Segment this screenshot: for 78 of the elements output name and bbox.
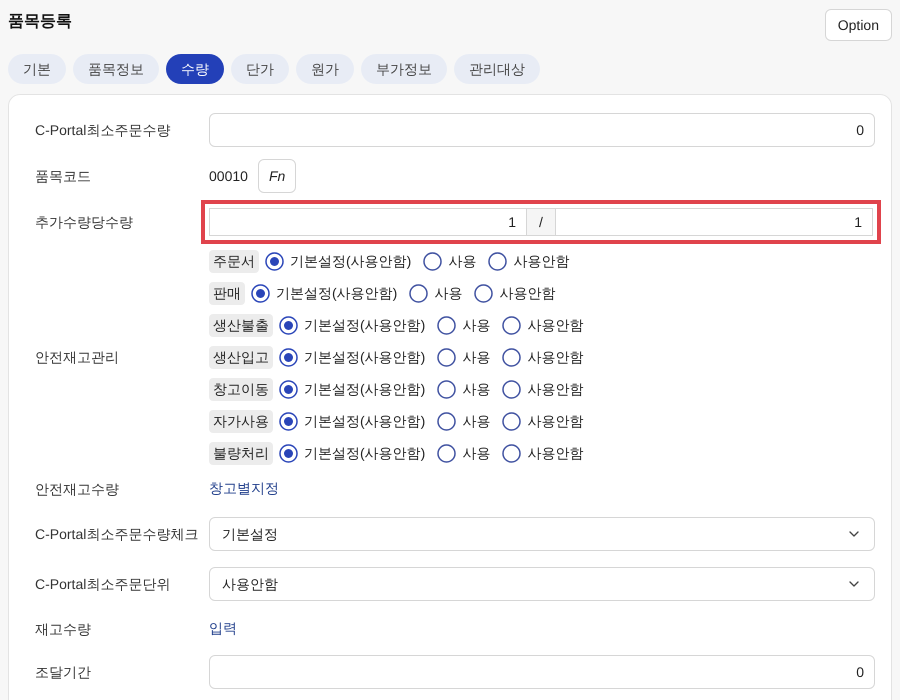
- field-label: 추가수량당수량: [35, 212, 134, 232]
- radio-label: 기본설정(사용안함): [304, 444, 426, 463]
- ratio-separator: /: [527, 208, 555, 236]
- number-field[interactable]: 0: [209, 655, 875, 689]
- radio-button[interactable]: [437, 444, 456, 462]
- radio-button[interactable]: [437, 380, 456, 398]
- radio-button[interactable]: [502, 316, 522, 334]
- radio-button[interactable]: [474, 284, 494, 302]
- radio-label: 사용: [462, 380, 490, 398]
- number-field[interactable]: 0: [209, 113, 875, 147]
- radio-button[interactable]: [279, 380, 298, 398]
- radio-label: 기본설정(사용안함): [304, 380, 426, 399]
- field-label: 안전재고관리: [35, 348, 120, 366]
- field-label: 조달기간: [35, 662, 92, 682]
- category-tag: 생산입고: [209, 346, 273, 368]
- radio-button[interactable]: [279, 316, 298, 334]
- radio-button[interactable]: [502, 412, 522, 430]
- radio-button[interactable]: [265, 252, 284, 270]
- radio-label: 사용안함: [527, 380, 584, 398]
- quantity-input[interactable]: 1: [209, 208, 527, 236]
- radio-label: 기본설정(사용안함): [304, 316, 426, 335]
- tab[interactable]: 품목정보: [73, 54, 159, 84]
- radio-button[interactable]: [488, 252, 508, 270]
- tab[interactable]: 기본: [8, 54, 66, 84]
- radio-button[interactable]: [279, 444, 298, 462]
- category-tag: 창고이동: [209, 378, 273, 400]
- radio-button[interactable]: [437, 412, 456, 430]
- radio-button[interactable]: [251, 284, 270, 302]
- category-tag: 판매: [209, 282, 245, 304]
- link[interactable]: 창고별지정: [209, 480, 279, 496]
- radio-button[interactable]: [279, 348, 298, 366]
- dropdown[interactable]: 사용안함: [209, 567, 875, 601]
- category-tag: 불량처리: [209, 442, 273, 464]
- tab[interactable]: 원가: [296, 54, 354, 84]
- radio-button[interactable]: [437, 316, 456, 334]
- tab[interactable]: 부가정보: [361, 54, 447, 84]
- radio-label: 사용안함: [513, 252, 570, 270]
- radio-button[interactable]: [279, 412, 298, 430]
- radio-label: 기본설정(사용안함): [304, 348, 426, 367]
- radio-button[interactable]: [502, 348, 522, 366]
- category-tag: 생산불출: [209, 314, 273, 336]
- option-button[interactable]: Option: [824, 9, 892, 41]
- field-label: C-Portal최소주문단위: [35, 574, 172, 594]
- radio-label: 기본설정(사용안함): [304, 412, 426, 431]
- field-label: C-Portal최소주문수량: [35, 120, 172, 140]
- dropdown[interactable]: 기본설정: [209, 517, 875, 551]
- field-label: 품목코드: [35, 166, 92, 186]
- radio-label: 사용: [462, 412, 490, 430]
- radio-label: 사용: [434, 284, 462, 302]
- tab[interactable]: 수량: [166, 54, 224, 84]
- radio-button[interactable]: [409, 284, 428, 302]
- link[interactable]: 입력: [209, 620, 237, 636]
- quantity-input[interactable]: 1: [555, 208, 873, 236]
- radio-label: 사용: [448, 252, 476, 270]
- radio-label: 기본설정(사용안함): [276, 284, 398, 303]
- function-button[interactable]: Fn: [258, 159, 296, 193]
- page-title: 품목등록: [8, 12, 72, 32]
- radio-label: 사용안함: [499, 284, 556, 302]
- category-tag: 자가사용: [209, 410, 273, 432]
- radio-label: 사용: [462, 348, 490, 366]
- radio-button[interactable]: [502, 380, 522, 398]
- radio-label: 사용안함: [527, 316, 584, 334]
- category-tag: 주문서: [209, 250, 259, 272]
- radio-label: 사용안함: [527, 444, 584, 462]
- tab[interactable]: 관리대상: [454, 54, 540, 84]
- radio-label: 사용: [462, 316, 490, 334]
- radio-button[interactable]: [423, 252, 442, 270]
- item-code: 00010: [209, 166, 248, 186]
- field-label: C-Portal최소주문수량체크: [35, 524, 200, 544]
- radio-label: 사용: [462, 444, 490, 462]
- tab[interactable]: 단가: [231, 54, 289, 84]
- radio-label: 기본설정(사용안함): [290, 252, 412, 271]
- radio-button[interactable]: [502, 444, 522, 462]
- radio-label: 사용안함: [527, 348, 584, 366]
- radio-label: 사용안함: [527, 412, 584, 430]
- radio-button[interactable]: [437, 348, 456, 366]
- field-label: 안전재고수량: [35, 480, 120, 498]
- field-label: 재고수량: [35, 620, 92, 638]
